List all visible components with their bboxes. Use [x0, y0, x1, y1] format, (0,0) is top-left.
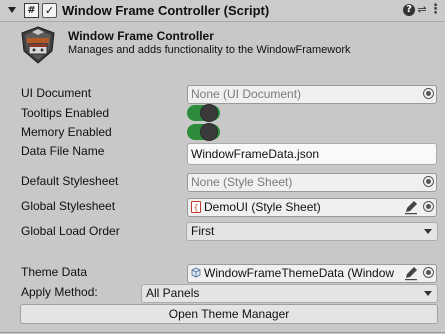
- foldout-arrow-icon[interactable]: [8, 7, 16, 13]
- global-load-order-label: Global Load Order: [21, 224, 120, 238]
- chevron-down-icon: [424, 229, 432, 234]
- memory-enabled-toggle[interactable]: [187, 123, 220, 141]
- default-stylesheet-label: Default Stylesheet: [21, 174, 119, 188]
- data-file-name-label: Data File Name: [21, 144, 105, 158]
- default-stylesheet-value: None (Style Sheet): [191, 175, 293, 189]
- object-picker-icon[interactable]: [423, 176, 434, 187]
- tooltips-enabled-label: Tooltips Enabled: [21, 106, 110, 120]
- memory-enabled-label: Memory Enabled: [21, 125, 112, 139]
- object-picker-icon[interactable]: [423, 88, 434, 99]
- help-icon[interactable]: ?: [403, 4, 415, 16]
- ui-document-value: None (UI Document): [191, 87, 302, 101]
- data-file-name-value: WindowFrameData.json: [191, 147, 320, 161]
- info-title: Window Frame Controller: [68, 29, 214, 43]
- preset-icon[interactable]: ⇌: [416, 3, 428, 17]
- chevron-down-icon: [424, 291, 432, 296]
- theme-data-field[interactable]: WindowFrameThemeData (Window: [187, 264, 437, 283]
- toggle-knob: [200, 123, 218, 141]
- default-stylesheet-field[interactable]: None (Style Sheet): [187, 173, 437, 192]
- data-file-name-input[interactable]: WindowFrameData.json: [187, 143, 437, 165]
- open-theme-manager-button[interactable]: Open Theme Manager: [20, 304, 438, 324]
- stylesheet-icon: {: [191, 201, 201, 213]
- apply-method-label: Apply Method:: [21, 285, 98, 299]
- toggle-knob: [200, 104, 218, 122]
- object-picker-icon[interactable]: [423, 201, 434, 212]
- theme-data-label: Theme Data: [21, 265, 88, 279]
- svg-text:{: {: [193, 203, 198, 212]
- object-picker-icon[interactable]: [423, 267, 434, 278]
- global-load-order-dropdown[interactable]: First: [186, 222, 438, 241]
- theme-data-value: WindowFrameThemeData (Window: [204, 266, 395, 280]
- info-description: Manages and adds functionality to the Wi…: [68, 44, 351, 56]
- edit-pencil-icon[interactable]: [403, 199, 419, 215]
- script-icon: #: [24, 3, 39, 18]
- apply-method-value: All Panels: [146, 286, 200, 300]
- ui-document-label: UI Document: [21, 86, 92, 100]
- apply-method-dropdown[interactable]: All Panels: [141, 284, 438, 303]
- global-stylesheet-label: Global Stylesheet: [21, 199, 116, 213]
- edit-pencil-icon[interactable]: [403, 265, 419, 281]
- tooltips-enabled-toggle[interactable]: [187, 104, 220, 122]
- ui-document-field[interactable]: None (UI Document): [187, 85, 437, 104]
- scriptable-object-icon: [191, 267, 201, 278]
- component-enabled-checkbox[interactable]: ✓: [42, 3, 57, 18]
- more-options-icon[interactable]: ⋮: [429, 3, 442, 17]
- divider: [0, 332, 445, 333]
- window-frame-logo-icon: [21, 26, 55, 64]
- global-stylesheet-value: DemoUI (Style Sheet): [204, 200, 321, 214]
- global-stylesheet-field[interactable]: { DemoUI (Style Sheet): [187, 198, 437, 217]
- component-title: Window Frame Controller (Script): [62, 3, 270, 18]
- component-header[interactable]: # ✓ Window Frame Controller (Script) ? ⇌…: [0, 0, 445, 22]
- global-load-order-value: First: [191, 224, 215, 238]
